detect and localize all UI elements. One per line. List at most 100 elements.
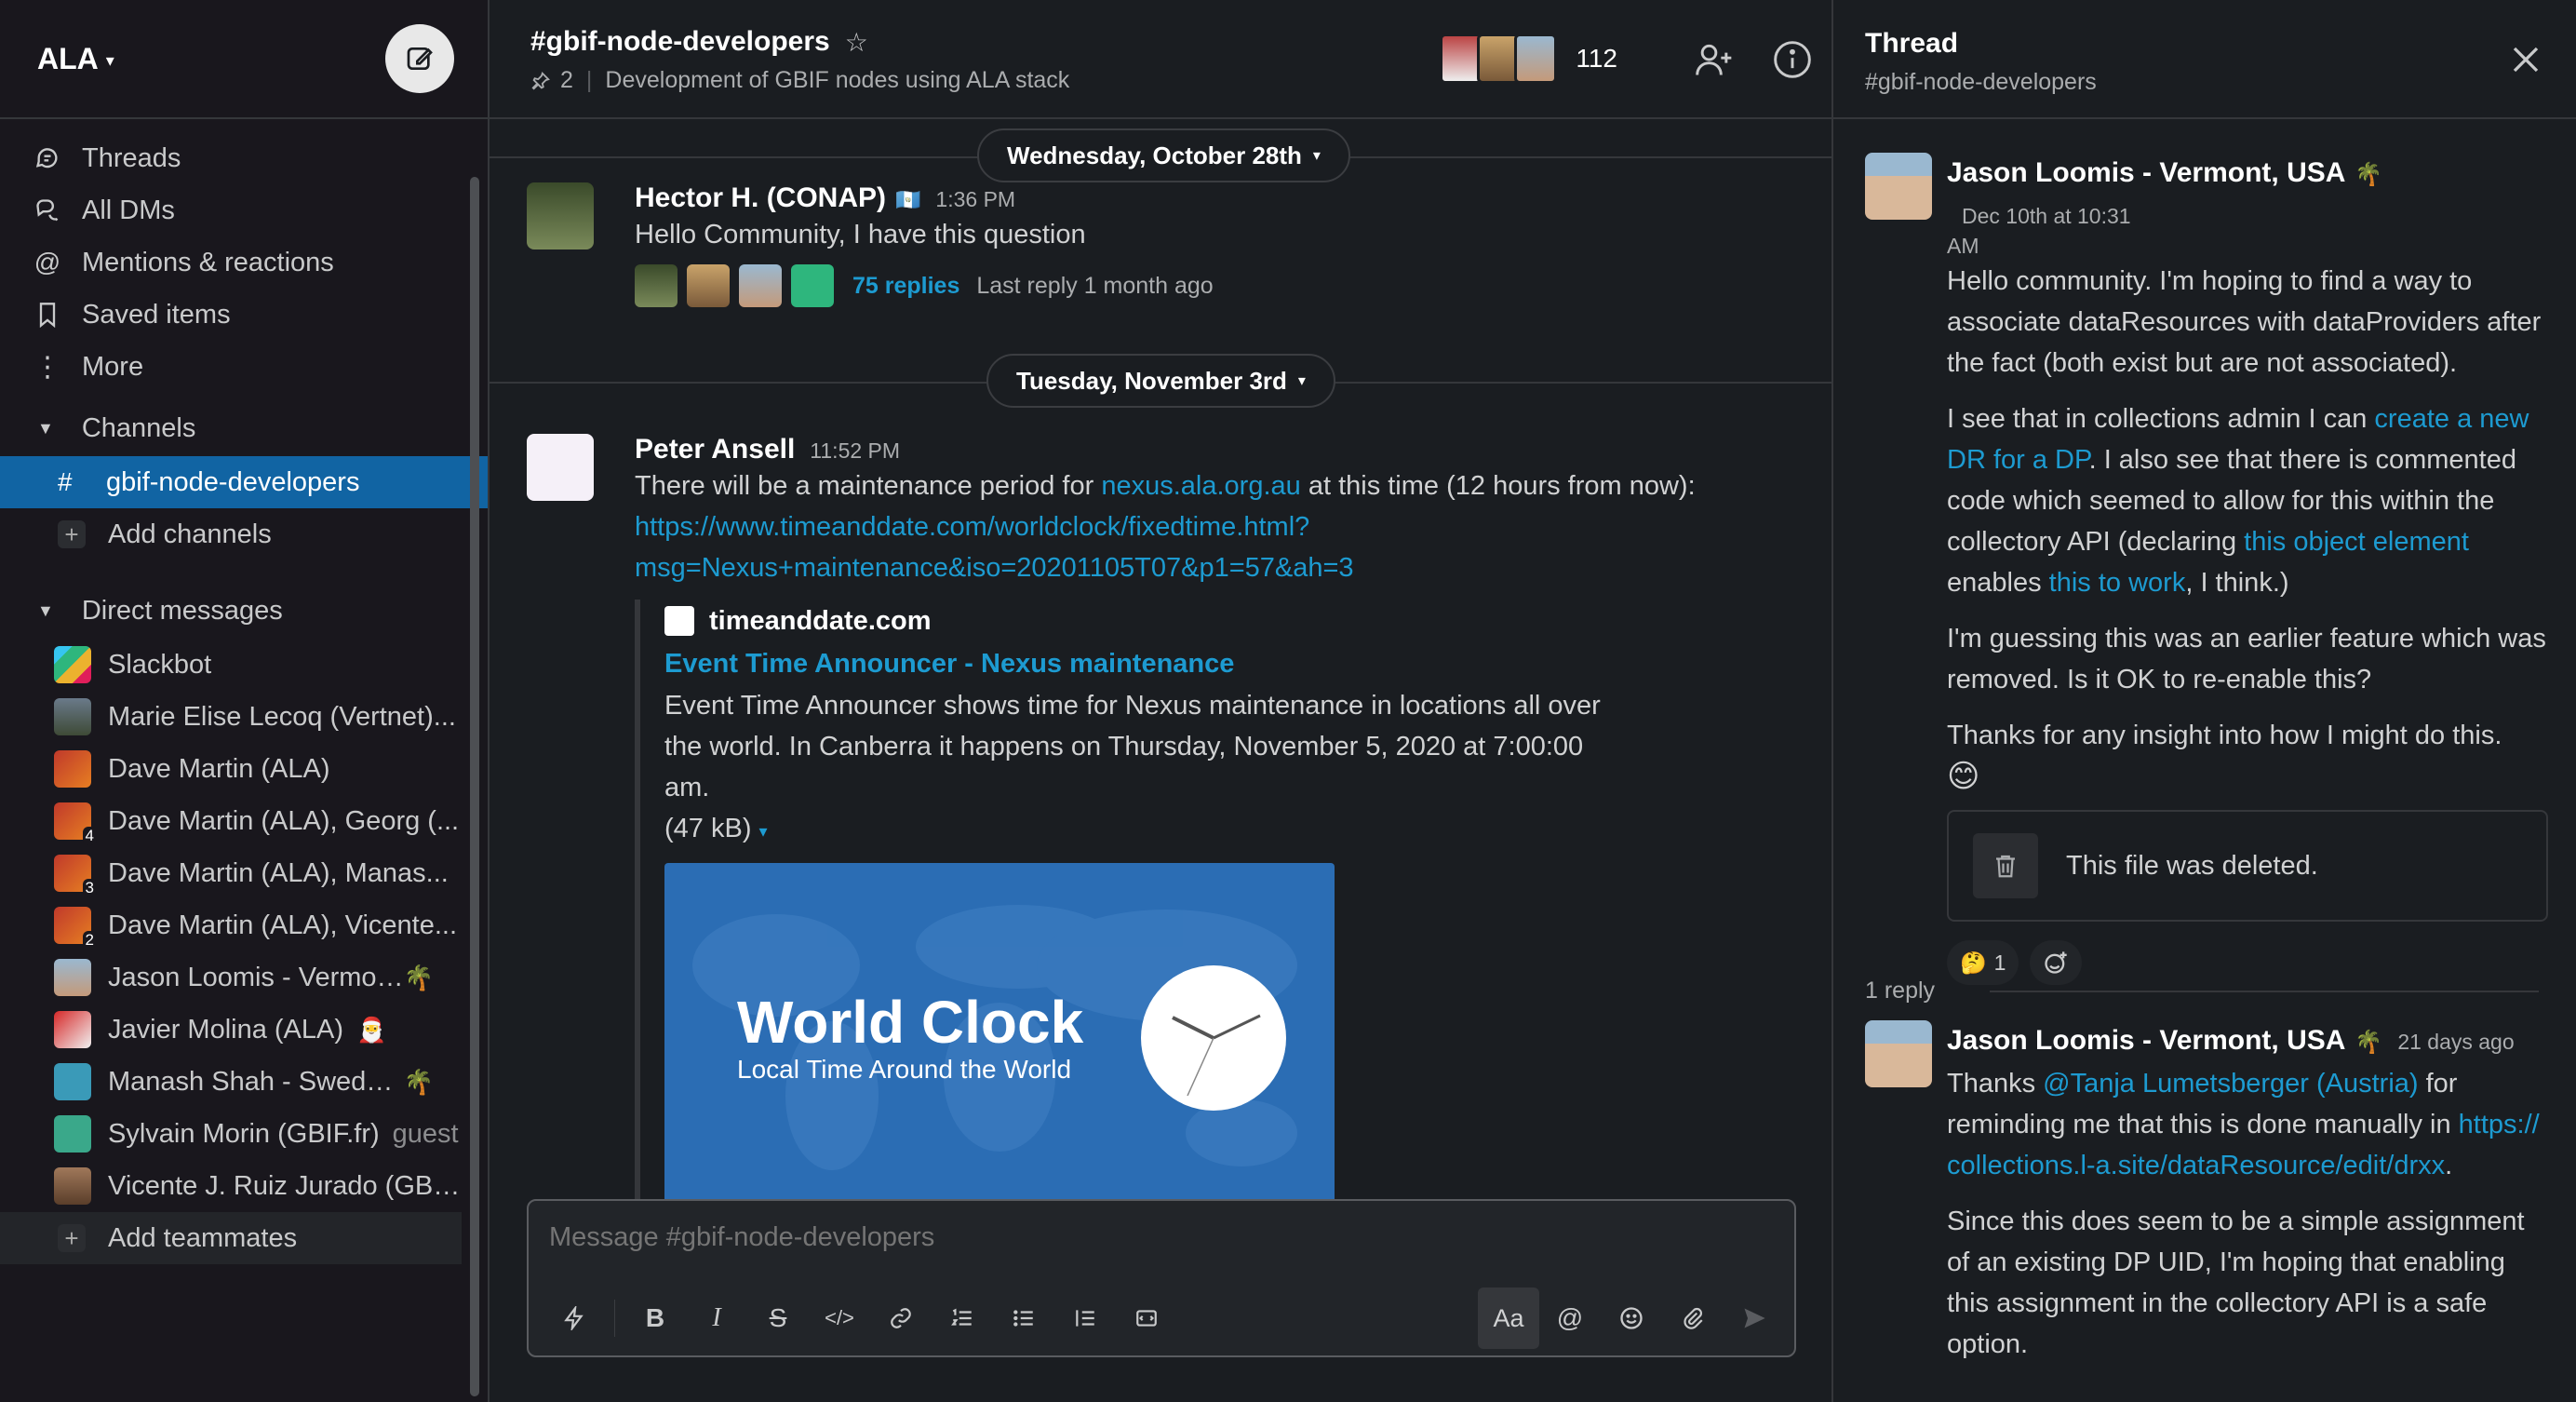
message-text: Hello community. I'm hoping to find a wa… (1947, 266, 2542, 378)
avatar[interactable] (527, 434, 594, 501)
toolbar-divider (614, 1300, 615, 1337)
close-icon[interactable] (2509, 43, 2542, 76)
ordered-list-icon[interactable] (932, 1287, 993, 1349)
link-icon[interactable] (870, 1287, 932, 1349)
code-block-icon[interactable] (1116, 1287, 1177, 1349)
timestamp[interactable]: 11:52 PM (810, 438, 900, 464)
avatar (54, 750, 91, 788)
avatar[interactable] (1865, 153, 1932, 220)
author-name[interactable]: Jason Loomis - Vermont, USA (1947, 153, 2345, 194)
sidebar-item-more[interactable]: ⋮ More (0, 341, 488, 393)
avatar (1514, 34, 1558, 84)
date-divider: Wednesday, October 28th ▾ (490, 128, 1831, 182)
sidebar-item-gbif-node-developers[interactable]: # gbif-node-developers (0, 456, 488, 508)
emoji-icon[interactable] (1601, 1287, 1662, 1349)
pin-count[interactable]: 2 (560, 67, 573, 94)
thread-channel-link[interactable]: #gbif-node-developers (1865, 69, 2097, 96)
add-person-icon[interactable] (1694, 39, 1735, 80)
dm-item-javier[interactable]: Javier Molina (ALA) 🎅 (0, 1004, 462, 1056)
blockquote-icon[interactable] (1054, 1287, 1116, 1349)
message-input[interactable] (547, 1221, 1761, 1254)
sidebar-item-mentions[interactable]: @ Mentions & reactions (0, 236, 488, 289)
send-icon[interactable] (1724, 1287, 1785, 1349)
avatar[interactable] (527, 182, 594, 249)
dm-item-sylvain[interactable]: Sylvain Morin (GBIF.fr) guest (0, 1108, 462, 1160)
date-pill[interactable]: Tuesday, November 3rd ▾ (986, 354, 1335, 408)
clock-icon (1141, 965, 1286, 1111)
member-list-button[interactable]: 112 (1440, 34, 1617, 84)
bulleted-list-icon[interactable] (993, 1287, 1054, 1349)
date-divider: Tuesday, November 3rd ▾ (490, 354, 1831, 408)
sidebar-item-threads[interactable]: Threads (0, 132, 488, 184)
deleted-file-text: This file was deleted. (2066, 851, 2318, 881)
sidebar-scrollbar[interactable] (470, 177, 479, 1396)
reply-count-link[interactable]: 75 replies (852, 273, 959, 300)
thread-replies-bar[interactable]: 75 replies Last reply 1 month ago (635, 264, 1794, 307)
channel-topic[interactable]: Development of GBIF nodes using ALA stac… (605, 67, 1069, 94)
dm-item-jason[interactable]: Jason Loomis - Vermon... 🌴 (0, 951, 462, 1004)
avatar (54, 646, 91, 683)
add-reaction-button[interactable] (2030, 940, 2083, 985)
unfurl-size[interactable]: (47 kB) ▾ (664, 808, 1794, 852)
strikethrough-icon[interactable]: S (747, 1287, 809, 1349)
workspace-name[interactable]: ALA (37, 42, 99, 76)
dm-item-marie[interactable]: Marie Elise Lecoq (Vertnet)... (0, 691, 462, 743)
message-text: I see that in collections admin I can cr… (1947, 398, 2548, 603)
bold-icon[interactable]: B (624, 1287, 686, 1349)
pin-icon[interactable] (530, 71, 551, 91)
italic-icon[interactable]: I (686, 1287, 747, 1349)
add-channels-button[interactable]: + Add channels (0, 508, 488, 560)
avatar[interactable] (1865, 1020, 1932, 1087)
dm-item-group-vicente[interactable]: 2 Dave Martin (ALA), Vicente... (0, 899, 462, 951)
object-element-link[interactable]: this object element (2244, 527, 2469, 557)
timestamp[interactable]: 21 days ago (2397, 1021, 2514, 1062)
dm-item-vicente[interactable]: Vicente J. Ruiz Jurado (GBI... (0, 1160, 462, 1212)
thread-reply: Jason Loomis - Vermont, USA 🌴 21 days ag… (1865, 1020, 2548, 1365)
text-span: , I think.) (2185, 568, 2289, 598)
compose-button[interactable] (385, 24, 454, 93)
chevron-down-icon: ▾ (1297, 373, 1306, 389)
author-name[interactable]: Jason Loomis - Vermont, USA (1947, 1020, 2345, 1061)
author-name[interactable]: Hector H. (CONAP) (635, 182, 886, 214)
sidebar-item-all-dms[interactable]: All DMs (0, 184, 488, 236)
timestamp-line: Dec 10th at 10:31 (1962, 204, 2131, 228)
text-span: enables (1947, 568, 2049, 598)
member-count-badge: 4 (82, 827, 97, 845)
user-mention[interactable]: @Tanja Lumetsberger (Austria) (2043, 1069, 2418, 1099)
caret-down-icon: ▼ (37, 600, 54, 620)
timestamp[interactable]: 1:36 PM (935, 187, 1015, 212)
sidebar-item-saved[interactable]: Saved items (0, 289, 488, 341)
code-icon[interactable]: </> (809, 1287, 870, 1349)
star-icon[interactable]: ☆ (845, 27, 868, 58)
channel-header: #gbif-node-developers ☆ 2 | Development … (490, 0, 1831, 119)
dm-item-group-georg[interactable]: 4 Dave Martin (ALA), Georg (... (0, 795, 462, 847)
shortcuts-icon[interactable] (543, 1287, 605, 1349)
timeanddate-link[interactable]: https://www.timeanddate.com/worldclock/f… (635, 512, 1354, 583)
reaction-thinking[interactable]: 🤔 1 (1947, 940, 2019, 985)
dm-item-manash[interactable]: Manash Shah - Sweden... 🌴 (0, 1056, 462, 1108)
channels-section-header[interactable]: ▼ Channels (0, 400, 488, 456)
author-name[interactable]: Peter Ansell (635, 434, 795, 465)
chevron-down-icon[interactable]: ▾ (106, 51, 114, 71)
dm-item-group-manash[interactable]: 3 Dave Martin (ALA), Manas... (0, 847, 462, 899)
message: Hector H. (CONAP) 🇬🇹 1:36 PM Hello Commu… (527, 182, 1794, 307)
nexus-link[interactable]: nexus.ala.org.au (1101, 471, 1300, 501)
channel-name: #gbif-node-developers (530, 26, 830, 57)
sidebar-item-label: More (82, 351, 144, 382)
dm-item-dave-martin[interactable]: Dave Martin (ALA) (0, 743, 462, 795)
dm-item-slackbot[interactable]: Slackbot (0, 639, 462, 691)
mention-icon[interactable]: @ (1539, 1287, 1601, 1349)
formatting-toggle-button[interactable]: Aa (1478, 1287, 1539, 1349)
date-pill[interactable]: Wednesday, October 28th ▾ (977, 128, 1350, 182)
attachment-icon[interactable] (1662, 1287, 1724, 1349)
unfurl-title-link[interactable]: Event Time Announcer - Nexus maintenance (664, 642, 1794, 685)
section-label: Channels (81, 412, 196, 443)
add-teammates-button[interactable]: + Add teammates (0, 1212, 462, 1264)
channel-title[interactable]: #gbif-node-developers ☆ (530, 26, 868, 58)
this-to-work-link[interactable]: this to work (2049, 568, 2186, 598)
thread-parent-message: Jason Loomis - Vermont, USA 🌴 Dec 10th a… (1865, 153, 2548, 985)
info-icon[interactable] (1772, 39, 1813, 80)
timestamp[interactable]: Dec 10th at 10:31 (1962, 195, 2131, 236)
dm-section-header[interactable]: ▼ Direct messages (0, 583, 488, 639)
unfurl-image[interactable]: World Clock Local Time Around the World (664, 863, 1335, 1213)
